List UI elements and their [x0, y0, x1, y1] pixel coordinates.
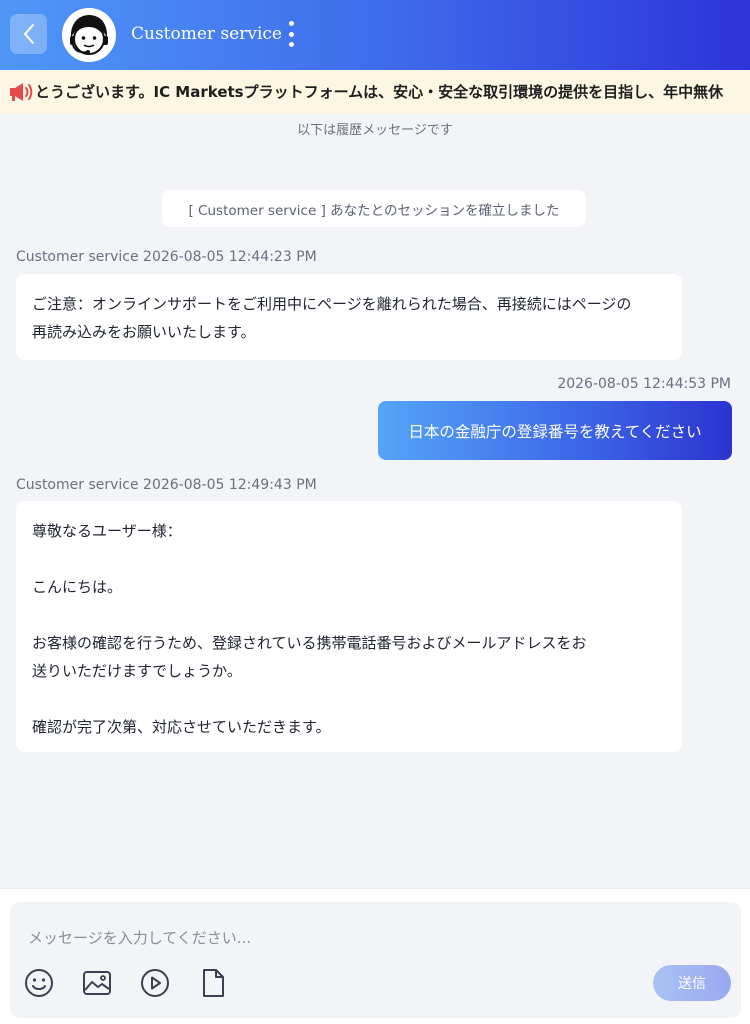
- file-icon: [203, 969, 224, 997]
- image-button[interactable]: [80, 966, 114, 1000]
- message-meta: Customer service 2026-08-05 12:49:43 PM: [16, 477, 317, 493]
- more-vertical-icon-dot: [288, 21, 294, 26]
- message-meta: 2026-08-05 12:44:53 PM: [557, 376, 731, 392]
- more-options-button[interactable]: [281, 19, 301, 49]
- message-paragraph: こんにちは。: [32, 578, 123, 596]
- message-line: 再読み込みをお願いいたします。: [32, 323, 256, 341]
- composer-box: [10, 902, 741, 1018]
- notice-marquee: とうございます。IC Marketsプラットフォームは、安心・安全な取引環境の提…: [0, 70, 750, 114]
- megaphone-icon: [8, 80, 34, 104]
- agent-message: 尊敬なるユーザー様： こんにちは。 お客様の確認を行うため、登録されている携帯電…: [16, 501, 682, 752]
- message-line: ご注意：オンラインサポートをご利用中にページを離れられた場合、再接続にはページの: [32, 295, 632, 313]
- file-button[interactable]: [196, 966, 230, 1000]
- history-label: 以下は履歴メッセージです: [297, 123, 453, 138]
- support-agent-avatar-icon: [62, 8, 116, 62]
- emoji-button[interactable]: [22, 966, 56, 1000]
- header-title: Customer service: [131, 24, 282, 44]
- more-vertical-icon-dot: [288, 42, 294, 47]
- session-established-notice: [ Customer service ] あなたとのセッションを確立しました: [162, 190, 586, 227]
- message-paragraph: お客様の確認を行うため、登録されている携帯電話番号およびメールアドレスをお: [32, 634, 587, 652]
- chevron-left-icon: [23, 24, 34, 44]
- video-icon: [141, 969, 169, 997]
- message-input[interactable]: [28, 926, 628, 950]
- send-button[interactable]: 送信: [653, 965, 731, 1001]
- more-vertical-icon-dot: [288, 31, 294, 37]
- video-button[interactable]: [138, 966, 172, 1000]
- agent-message: ご注意：オンラインサポートをご利用中にページを離れられた場合、再接続にはページの…: [16, 274, 682, 360]
- notice-text: とうございます。IC Marketsプラットフォームは、安心・安全な取引環境の提…: [35, 83, 724, 101]
- user-message: 日本の金融庁の登録番号を教えてください: [378, 401, 732, 460]
- message-paragraph: 尊敬なるユーザー様：: [32, 522, 182, 540]
- message-paragraph: 送りいただけますでしょうか。: [32, 662, 242, 680]
- chat-header: Customer service: [0, 0, 750, 70]
- agent-avatar: [62, 8, 116, 62]
- message-paragraph: 確認が完了次第、対応させていただきます。: [32, 718, 331, 736]
- message-meta: Customer service 2026-08-05 12:44:23 PM: [16, 249, 317, 265]
- image-icon: [83, 971, 111, 995]
- back-button[interactable]: [10, 14, 47, 54]
- emoji-icon: [25, 969, 53, 997]
